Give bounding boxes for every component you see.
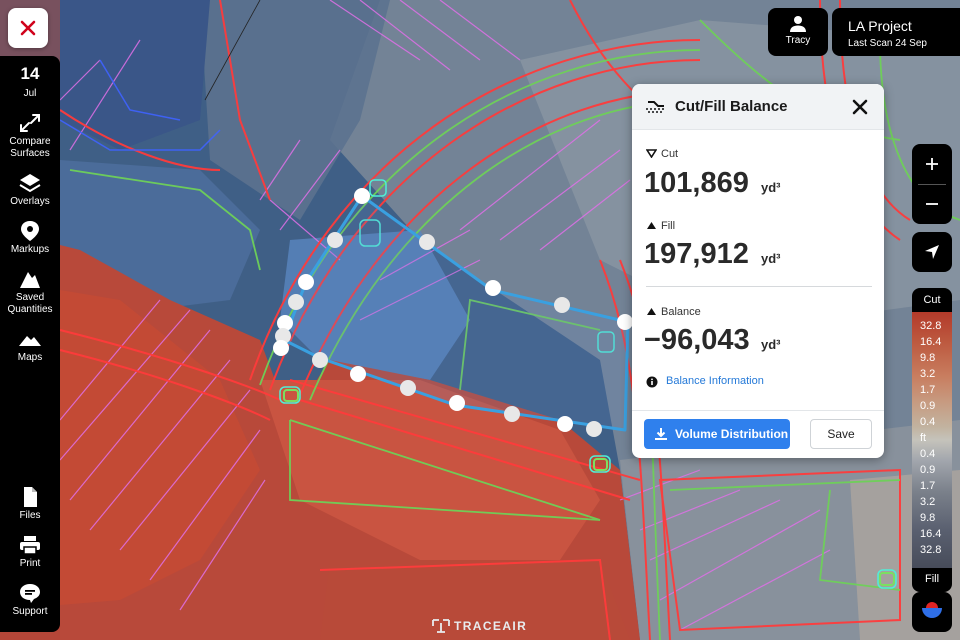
legend-value: 1.7 xyxy=(920,384,936,396)
fill-unit: yd³ xyxy=(761,251,781,266)
cut-fill-icon xyxy=(644,97,666,122)
sidebar-item-compare-surfaces[interactable]: Compare Surfaces xyxy=(0,112,60,160)
info-link-text: Balance Information xyxy=(666,375,764,387)
date-day: 14 xyxy=(20,64,40,83)
left-sidebar: 14 Jul Compare Surfaces Overlays Markups… xyxy=(0,56,60,632)
sidebar-item-saved-quantities[interactable]: Saved Quantities xyxy=(0,268,60,316)
legend-value: 0.4 xyxy=(920,448,936,460)
legend-value: 0.9 xyxy=(920,464,936,476)
fill-label: Fill xyxy=(646,220,675,232)
brand-logo: TRACEAIR xyxy=(432,618,532,634)
fill-value: 197,912 xyxy=(644,238,749,270)
balance-unit: yd³ xyxy=(761,337,781,352)
cut-value: 101,869 xyxy=(644,167,749,199)
sidebar-item-label: Saved xyxy=(15,292,45,303)
volume-distribution-label: Volume Distribution xyxy=(675,427,789,441)
sidebar-item-label: Maps xyxy=(17,352,43,363)
balance-value: −96,043 xyxy=(644,324,750,356)
legend-value: 9.8 xyxy=(920,352,936,364)
close-button[interactable] xyxy=(8,8,48,48)
sidebar-item-overlays[interactable]: Overlays xyxy=(0,172,60,208)
sidebar-item-label: Files xyxy=(19,510,41,521)
sidebar-item-maps[interactable]: Maps xyxy=(0,328,60,364)
legend-value: 16.4 xyxy=(920,528,942,540)
view-mode-button[interactable] xyxy=(912,592,952,632)
balance-label: Balance xyxy=(646,306,701,318)
cut-unit: yd³ xyxy=(761,180,781,195)
navigation-arrow-icon xyxy=(925,245,939,259)
user-name: Tracy xyxy=(785,35,811,46)
chat-icon xyxy=(18,582,42,604)
last-scan-date: Last Scan 24 Sep xyxy=(848,38,927,49)
legend-value: 32.8 xyxy=(920,544,942,556)
mountain-icon xyxy=(18,328,42,350)
triangle-up-icon xyxy=(647,308,656,315)
date-month: Jul xyxy=(23,88,37,99)
panel-close-button[interactable] xyxy=(850,97,870,117)
legend-value: 16.4 xyxy=(920,336,942,348)
triangle-up-icon xyxy=(647,222,656,229)
pile-icon xyxy=(18,268,42,290)
triangle-down-outline-icon xyxy=(645,149,658,159)
layers-icon xyxy=(18,172,42,194)
printer-icon xyxy=(18,534,42,556)
legend-value: 0.9 xyxy=(920,400,936,412)
minus-icon xyxy=(926,203,938,205)
compare-arrows-icon xyxy=(18,112,42,134)
project-name: LA Project xyxy=(848,18,912,34)
legend-value: 32.8 xyxy=(920,320,942,332)
close-icon xyxy=(20,20,36,36)
traceair-logo-icon xyxy=(432,619,450,633)
map-pin-icon xyxy=(18,220,42,242)
panel-divider xyxy=(646,286,872,287)
user-account-button[interactable]: Tracy xyxy=(768,8,828,56)
sidebar-item-label: Quantities xyxy=(7,304,53,315)
sidebar-item-files[interactable]: Files xyxy=(0,486,60,522)
cut-fill-panel: Cut/Fill Balance Cut 101,869 yd³ Fill 19… xyxy=(632,84,884,458)
legend-fill-label: Fill xyxy=(924,573,940,585)
file-icon xyxy=(18,486,42,508)
sidebar-item-label: Surfaces xyxy=(10,148,50,159)
brand-name: TRACEAIR xyxy=(454,619,528,633)
legend-value: 0.4 xyxy=(920,416,936,428)
save-button[interactable]: Save xyxy=(810,419,872,449)
sidebar-item-label: Support xyxy=(12,606,48,617)
legend-cut-label: Cut xyxy=(923,294,941,306)
sidebar-item-label: Print xyxy=(19,558,41,569)
locate-me-button[interactable] xyxy=(912,232,952,272)
info-icon xyxy=(646,376,658,388)
panel-title: Cut/Fill Balance xyxy=(675,98,788,115)
close-icon xyxy=(852,99,868,115)
panel-footer: Volume Distribution Save xyxy=(632,410,884,458)
zoom-out-button[interactable] xyxy=(912,184,952,224)
download-icon xyxy=(655,428,667,440)
sidebar-item-label: Overlays xyxy=(10,196,50,207)
scan-date-selector[interactable]: 14 Jul xyxy=(0,64,60,99)
zoom-in-button[interactable] xyxy=(912,144,952,184)
panel-header: Cut/Fill Balance xyxy=(632,84,884,130)
legend-value: 3.2 xyxy=(920,496,936,508)
project-selector[interactable]: LA Project Last Scan 24 Sep xyxy=(832,8,960,56)
plus-icon xyxy=(926,158,938,170)
sidebar-item-label: Compare xyxy=(9,136,51,147)
cut-label: Cut xyxy=(645,148,678,160)
cut-fill-legend: Cut 32.8 16.4 9.8 3.2 1.7 0.9 0.4 ft 0.4… xyxy=(912,288,952,592)
zoom-controls xyxy=(912,144,952,224)
cut-fill-view-icon xyxy=(922,602,942,618)
sidebar-item-support[interactable]: Support xyxy=(0,582,60,618)
sidebar-item-print[interactable]: Print xyxy=(0,534,60,570)
sidebar-item-label: Markups xyxy=(10,244,50,255)
legend-value: 1.7 xyxy=(920,480,936,492)
legend-value: 9.8 xyxy=(920,512,936,524)
legend-unit: ft xyxy=(920,432,927,444)
legend-value: 3.2 xyxy=(920,368,936,380)
volume-distribution-button[interactable]: Volume Distribution xyxy=(644,419,790,449)
user-icon xyxy=(790,16,806,32)
sidebar-item-markups[interactable]: Markups xyxy=(0,220,60,256)
